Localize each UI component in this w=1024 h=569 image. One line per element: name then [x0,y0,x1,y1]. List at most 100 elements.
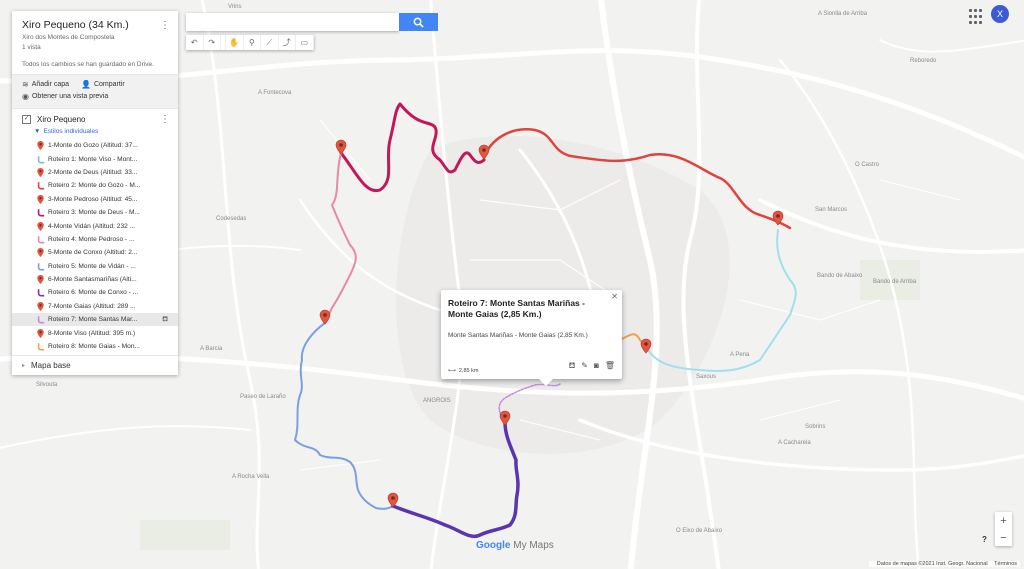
directions-icon[interactable]: ⤴ [279,35,296,50]
zoom-in-button[interactable]: + [995,512,1012,529]
layer-item[interactable]: 5-Monte de Conxo (Altitud: 2... [12,246,178,259]
apps-grid-icon[interactable] [967,7,987,27]
trash-icon[interactable]: 🗑 [605,361,615,371]
map-attribution: Datos de mapas ©2021 Inst. Geogr. Nacion… [876,561,988,567]
place-label: Saxous [696,374,716,380]
layer-options-icon[interactable]: ⋮ [160,115,170,125]
layer-item-label: Roteiro 1: Monte Viso - Mont... [48,155,138,163]
place-label: Silvouta [36,382,58,388]
close-icon[interactable]: ✕ [611,292,618,301]
route-line-icon [36,342,45,351]
place-label: Paseo de Laraño [240,394,286,400]
chevron-right-icon: ▸ [22,363,26,370]
layer-item[interactable]: 8-Monte Viso (Altitud: 395 m.) [12,326,178,339]
layer-header: ✓ Xiro Pequeno ⋮ [12,109,178,126]
layer-item[interactable]: Roteiro 3: Monte de Deus - M... [12,206,178,219]
base-map-label: Mapa base [31,361,71,371]
preview-label: Obtener una vista previa [31,93,109,100]
place-label: San Marcos [815,207,847,213]
route-line-icon [36,288,45,297]
layer-item[interactable]: Roteiro 7: Monte Santas Mar... ⛾ [12,313,178,327]
share-button[interactable]: 👤 Compartir [81,80,125,89]
google-my-maps-logo: Google My Maps [476,540,554,551]
map-title[interactable]: Xiro Pequeno (34 Km.) [22,19,168,31]
place-label: Vrins [228,4,241,10]
layer-checkbox[interactable]: ✓ [22,115,31,124]
layer-item[interactable]: Roteiro 5: Monte de Vidán - ... [12,260,178,273]
route-line-icon [36,235,45,244]
layer-item[interactable]: 3-Monte Pedroso (Altitud: 45... [12,193,178,206]
map-pin-icon [36,301,45,311]
layer-item-label: 1-Monte do Gozo (Altitud: 37... [48,142,138,150]
layer-item[interactable]: 1-Monte do Gozo (Altitud: 37... [12,139,178,152]
redo-icon[interactable]: ↷ [204,35,221,50]
preview-button[interactable]: ◉ Obtener una vista previa [22,92,108,101]
map-options-icon[interactable]: ⋮ [160,21,170,31]
layer-item[interactable]: Roteiro 2: Monte do Gozo - M... [12,179,178,192]
place-label: Bando de Abaixo [817,273,863,279]
layer-item-label: Roteiro 5: Monte de Vidán - ... [48,262,136,270]
search-button[interactable] [399,13,438,31]
layer-item[interactable]: Roteiro 8: Monte Gaias - Mon... [12,340,178,353]
undo-icon[interactable]: ↶ [186,35,204,50]
zoom-controls: + − [995,512,1012,546]
place-label: A Fontecova [258,90,292,96]
mymaps-logo-text: My Maps [513,540,554,551]
add-person-icon: 👤 [81,80,91,89]
route-length-icon: ⟷ [448,368,456,374]
hand-tool-icon[interactable]: ✋ [225,35,244,50]
layer-item-label: 2-Monte de Deus (Altitud: 33... [48,168,138,176]
map-legend-panel: Xiro Pequeno (34 Km.) Xiro dos Montes de… [12,11,178,376]
layer-item[interactable]: 4-Monte Vidán (Altitud: 232 ... [12,219,178,232]
map-pin-icon [36,141,45,151]
layer-item[interactable]: 6-Monte Santasmariñas (Alti... [12,273,178,286]
terms-link[interactable]: Términos [994,561,1017,567]
place-label: ANGROIS [423,398,451,404]
layer-name[interactable]: Xiro Pequeno [37,115,85,124]
map-pin-icon [36,221,45,231]
save-status: Todos los cambios se han guardado en Dri… [22,61,154,68]
feature-info-popup: Roteiro 7: Monte Santas Mariñas - Monte … [441,290,622,386]
zoom-out-button[interactable]: − [995,529,1012,546]
camera-icon[interactable]: ◙ [594,361,599,371]
map-toolbar: ↶ ↷ ✋ ⚲ ⟋ ⤴ ▭ [186,35,314,50]
base-map-toggle[interactable]: ▸ Mapa base [12,355,178,375]
layer-item[interactable]: Roteiro 4: Monte Pedroso - ... [12,233,178,246]
map-pin-icon [36,167,45,177]
layer-style-link[interactable]: ▼ Estilos individuales [12,126,178,139]
layer-item[interactable]: 2-Monte de Deus (Altitud: 33... [12,166,178,179]
add-layer-button[interactable]: ≋ Añadir capa [22,80,69,89]
view-count: 1 vista [22,44,41,51]
map-footer: Datos de mapas ©2021 Inst. Geogr. Nacion… [868,561,1020,567]
route-line-icon [36,155,45,164]
paint-roller-icon: ▼ [34,128,41,135]
route-line-icon [36,208,45,217]
map-header: Xiro Pequeno (34 Km.) Xiro dos Montes de… [12,11,178,74]
paint-bucket-icon[interactable]: ⛾ [162,315,168,324]
avatar[interactable]: X [991,5,1009,23]
draw-line-icon[interactable]: ⟋ [261,35,279,50]
layer-item[interactable]: Roteiro 6: Monte de Conxo - ... [12,286,178,299]
search-input[interactable] [186,13,399,31]
layer-item-label: Roteiro 6: Monte de Conxo - ... [48,289,139,297]
place-label: Bando de Arriba [873,279,917,285]
add-layer-label: Añadir capa [31,81,70,88]
map-subtitle[interactable]: Xiro dos Montes de Compostela [22,34,168,41]
layer-item-label: 8-Monte Viso (Altitud: 395 m.) [48,329,136,337]
layer-items-list: 1-Monte do Gozo (Altitud: 37... Roteiro 1… [12,139,178,355]
place-label: Sobrins [805,424,825,430]
layer-item-label: 3-Monte Pedroso (Altitud: 45... [48,195,138,203]
place-label: O Eixo de Abaixo [676,528,723,534]
help-icon[interactable]: ? [979,535,990,546]
add-marker-icon[interactable]: ⚲ [244,35,261,50]
paint-bucket-icon[interactable]: ⛾ [569,361,576,371]
layer-item-label: Roteiro 8: Monte Gaias - Mon... [48,343,140,351]
measure-icon[interactable]: ▭ [296,35,314,50]
edit-pencil-icon[interactable]: ✎ [581,361,588,371]
layer-style-label: Estilos individuales [43,128,99,135]
map-actions: ≋ Añadir capa 👤 Compartir ◉ Obtener una vis… [12,74,178,109]
layer-item[interactable]: Roteiro 1: Monte Viso - Mont... [12,152,178,165]
layer-item[interactable]: 7-Monte Gaias (Altitud: 289 ... [12,300,178,313]
layer-item-label: Roteiro 4: Monte Pedroso - ... [48,235,135,243]
route-line-icon [36,315,45,324]
